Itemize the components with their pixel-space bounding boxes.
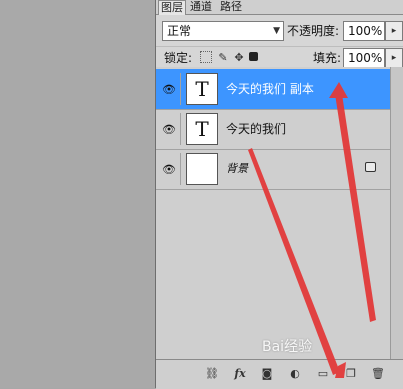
- panel-tabs: 图层 通道 路径: [156, 0, 403, 15]
- new-layer-icon[interactable]: ❐: [343, 366, 359, 382]
- blend-row: 正常 ▼ 不透明度: 100% ▸: [156, 20, 403, 42]
- fill-label: 填充:: [313, 51, 342, 65]
- tab-channels[interactable]: 通道: [188, 0, 214, 14]
- visibility-toggle[interactable]: 👁: [158, 113, 181, 145]
- eye-icon: 👁: [162, 163, 176, 176]
- opacity-label: 不透明度:: [287, 24, 340, 38]
- fill-value: 100%: [348, 51, 383, 65]
- lock-row: 锁定: ✎ ✥ 填充: 100% ▸: [156, 46, 403, 69]
- lock-move-icon[interactable]: ✥: [232, 51, 246, 65]
- fx-icon[interactable]: fx: [232, 366, 248, 382]
- visibility-toggle[interactable]: 👁: [158, 73, 181, 105]
- opacity-slider-button[interactable]: ▸: [385, 21, 403, 41]
- eye-icon: 👁: [162, 83, 176, 96]
- opacity-input[interactable]: 100%: [343, 21, 385, 41]
- opacity-value: 100%: [348, 24, 383, 38]
- layer-row[interactable]: 👁 T 今天的我们 副本: [156, 69, 403, 110]
- trash-icon[interactable]: 🗑: [370, 366, 386, 382]
- adjustment-icon[interactable]: ◐: [287, 366, 303, 382]
- layer-name[interactable]: 背景: [226, 160, 248, 176]
- layers-list: 👁 T 今天的我们 副本 👁 T 今天的我们 👁 背景: [156, 67, 403, 359]
- eye-icon: 👁: [162, 123, 176, 136]
- blend-mode-select[interactable]: 正常 ▼: [162, 21, 284, 41]
- fill-slider-button[interactable]: ▸: [385, 48, 403, 68]
- layers-bottom-toolbar: ⛓ fx ◙ ◐ ▭ ❐ 🗑: [156, 359, 403, 389]
- background-layer-thumbnail: [186, 153, 218, 185]
- padlock-icon: [365, 162, 376, 172]
- fill-input[interactable]: 100%: [343, 48, 385, 68]
- text-layer-thumbnail: T: [186, 73, 218, 105]
- watermark: Bai经验: [262, 339, 313, 355]
- layer-name[interactable]: 今天的我们 副本: [226, 80, 314, 97]
- layers-panel: 图层 通道 路径 正常 ▼ 不透明度: 100% ▸ 锁定: ✎ ✥ 填充: 1…: [155, 0, 403, 389]
- layer-row[interactable]: 👁 背景: [156, 149, 403, 190]
- blend-mode-value: 正常: [167, 24, 192, 38]
- link-icon[interactable]: ⛓: [204, 366, 220, 382]
- layer-row[interactable]: 👁 T 今天的我们: [156, 109, 403, 150]
- lock-brush-icon[interactable]: ✎: [216, 51, 230, 65]
- tab-layers[interactable]: 图层: [158, 0, 186, 15]
- mask-icon[interactable]: ◙: [259, 366, 275, 382]
- chevron-down-icon: ▼: [273, 26, 280, 36]
- tab-paths[interactable]: 路径: [218, 0, 244, 14]
- group-icon[interactable]: ▭: [315, 366, 331, 382]
- text-layer-thumbnail: T: [186, 113, 218, 145]
- layers-scrollbar[interactable]: [390, 67, 403, 359]
- layer-name[interactable]: 今天的我们: [226, 120, 286, 137]
- lock-label: 锁定:: [164, 51, 193, 65]
- visibility-toggle[interactable]: 👁: [158, 153, 181, 185]
- lock-all-icon[interactable]: [249, 52, 258, 61]
- lock-transparent-icon[interactable]: [200, 51, 212, 63]
- canvas-background: [0, 0, 155, 388]
